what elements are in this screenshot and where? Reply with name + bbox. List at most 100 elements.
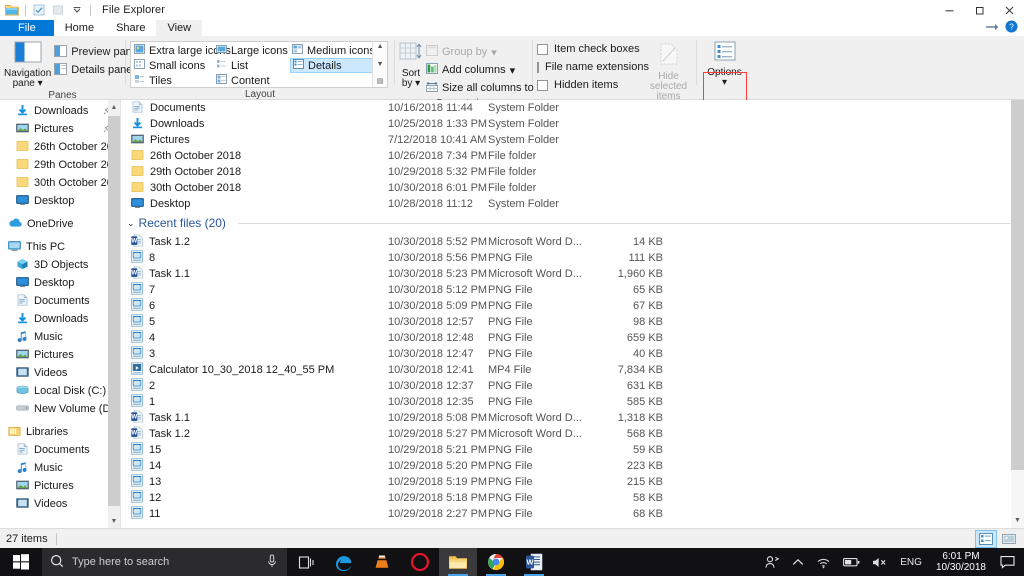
task-view-icon[interactable] [287,548,325,576]
table-row[interactable]: 14 10/29/2018 5:20 PM PNG File 223 KB [123,458,1024,474]
table-row[interactable]: 15 10/29/2018 5:21 PM PNG File 59 KB [123,442,1024,458]
nav-item-new-volume-d[interactable]: New Volume (D:) [0,400,120,418]
nav-scroll-down-icon[interactable]: ▼ [108,514,120,528]
nav-item-29th-october-2018[interactable]: 29th October 2018 [0,156,120,174]
nav-scroll-up-icon[interactable]: ▲ [108,100,120,114]
nav-item-pictures[interactable]: Pictures [0,346,120,364]
table-row[interactable]: 1 10/30/2018 12:35 PNG File 585 KB [123,394,1024,410]
group-header-recent-files[interactable]: ⌄ Recent files (20) [123,212,1024,234]
list-scroll-down-icon[interactable]: ▼ [1011,513,1024,528]
table-row[interactable]: 7 10/30/2018 5:12 PM PNG File 65 KB [123,282,1024,298]
options-button[interactable]: Options ▾ [701,39,748,88]
nav-item-desktop[interactable]: Desktop [0,192,120,210]
table-row[interactable]: Desktop 10/28/2018 11:12 System Folder [123,196,1024,212]
hidden-items-checkbox[interactable] [537,79,548,91]
opera-icon[interactable] [401,548,439,576]
table-row[interactable]: Downloads 10/25/2018 1:33 PM System Folder [123,116,1024,132]
table-row[interactable]: 11 10/29/2018 2:27 PM PNG File 68 KB [123,506,1024,522]
nav-item-3d-objects[interactable]: 3D Objects [0,256,120,274]
item-check-boxes-checkbox[interactable] [537,43,548,55]
table-row[interactable]: 13 10/29/2018 5:19 PM PNG File 215 KB [123,474,1024,490]
nav-item-downloads[interactable]: Downloads [0,310,120,328]
close-icon[interactable] [994,0,1024,20]
tab-view[interactable]: View [156,20,203,36]
table-row[interactable]: 3 10/30/2018 12:47 PNG File 40 KB [123,346,1024,362]
tab-home[interactable]: Home [54,20,105,36]
add-columns-button[interactable]: Add columns ▾ [423,61,548,79]
table-row[interactable]: W Task 1.2 10/30/2018 5:52 PM Microsoft Wor… [123,234,1024,250]
volume-muted-icon[interactable] [866,548,894,576]
file-list-scroll-thumb[interactable] [1011,100,1024,470]
table-row[interactable]: 6 10/30/2018 5:09 PM PNG File 67 KB [123,298,1024,314]
nav-item-music[interactable]: Music [0,459,120,477]
nav-item-this-pc[interactable]: This PC [0,238,120,256]
gallery-scrollbar[interactable]: ▲ ▼ ▤ [372,42,387,87]
file-list-view[interactable]: Documents 10/16/2018 11:44 System Folder Do… [123,100,1024,528]
vlc-icon[interactable] [363,548,401,576]
file-name-extensions-checkbox[interactable] [537,61,539,73]
minimize-icon[interactable] [934,0,964,20]
search-input[interactable]: Type here to search [42,548,287,576]
file-explorer-icon[interactable] [439,548,477,576]
size-all-columns-button[interactable]: Size all columns to fit [423,79,548,97]
word-icon[interactable]: W [515,548,553,576]
tab-file[interactable]: File [0,20,54,36]
chrome-icon[interactable] [477,548,515,576]
gallery-list[interactable]: List [214,58,290,73]
sort-by-button[interactable]: Sort by ▾ [399,39,423,89]
nav-item-documents[interactable]: Documents [0,441,120,459]
folder-icon[interactable] [4,2,20,18]
nav-item-videos[interactable]: Videos [0,364,120,382]
large-icons-view-icon[interactable] [998,530,1020,548]
gallery-expand-icon[interactable]: ▤ [377,78,384,86]
chevron-down-icon-group-header[interactable]: ⌄ [127,218,135,229]
hide-selected-items-button[interactable]: Hide selected items [645,40,692,102]
nav-item-videos[interactable]: Videos [0,495,120,513]
table-row[interactable]: 29th October 2018 10/29/2018 5:32 PM File … [123,164,1024,180]
help-icon[interactable]: ? [1005,20,1018,36]
nav-item-music[interactable]: Music [0,328,120,346]
language-indicator[interactable]: ENG [894,548,928,576]
tab-share[interactable]: Share [105,20,156,36]
item-check-boxes-row[interactable]: Item check boxes [537,40,645,58]
table-row[interactable]: W Task 1.2 10/29/2018 5:27 PM Microsoft Wor… [123,426,1024,442]
details-view-icon[interactable] [975,529,997,548]
gallery-small-icons[interactable]: Small icons [132,58,214,73]
table-row[interactable]: 5 10/30/2018 12:57 PNG File 98 KB [123,314,1024,330]
navigation-pane[interactable]: Downloads Pictures 26th October 2018 29th O… [0,100,120,528]
show-hidden-icons-chevron[interactable] [786,548,810,576]
navigation-scroll-thumb[interactable] [108,116,120,506]
gallery-content[interactable]: Content [214,73,290,88]
gallery-scroll-up-icon[interactable]: ▲ [377,43,384,51]
table-row[interactable]: Calculator 10_30_2018 12_40_55 PM 10/30/2… [123,362,1024,378]
table-row[interactable]: 8 10/30/2018 5:56 PM PNG File 111 KB [123,250,1024,266]
nav-item-pictures[interactable]: Pictures [0,120,120,138]
gallery-tiles[interactable]: Tiles [132,73,214,88]
taskbar-clock[interactable]: 6:01 PM 10/30/2018 [928,548,994,576]
new-folder-icon[interactable] [50,2,66,18]
gallery-extra-large-icons[interactable]: Extra large icons [132,43,231,58]
table-row[interactable]: 4 10/30/2018 12:48 PNG File 659 KB [123,330,1024,346]
table-row[interactable]: W Task 1.1 10/30/2018 5:23 PM Microsoft Wor… [123,266,1024,282]
nav-item-documents[interactable]: Documents [0,292,120,310]
nav-item-30th-october-2018[interactable]: 30th October 2018 [0,174,120,192]
maximize-icon[interactable] [964,0,994,20]
nav-item-26th-october-2018[interactable]: 26th October 2018 [0,138,120,156]
nav-item-pictures[interactable]: Pictures [0,477,120,495]
file-list-scrollbar[interactable]: ▼ [1011,100,1024,528]
table-row[interactable]: W Task 1.1 10/29/2018 5:08 PM Microsoft Wor… [123,410,1024,426]
gallery-details[interactable]: Details [290,58,374,73]
properties-icon[interactable] [31,2,47,18]
customize-dropdown-icon[interactable] [69,2,85,18]
group-by-button[interactable]: Group by ▾ [423,43,548,61]
table-row[interactable]: 30th October 2018 10/30/2018 6:01 PM File … [123,180,1024,196]
edge-icon[interactable] [325,548,363,576]
nav-item-libraries[interactable]: Libraries [0,423,120,441]
windows-start-icon[interactable] [0,548,42,576]
collapse-ribbon-icon[interactable] [985,22,999,35]
table-row[interactable]: Pictures 7/12/2018 10:41 AM System Folder [123,132,1024,148]
file-name-extensions-row[interactable]: File name extensions [537,58,649,76]
microphone-icon[interactable] [266,554,278,571]
gallery-medium-icons[interactable]: Medium icons [290,43,375,58]
nav-item-downloads[interactable]: Downloads [0,102,120,120]
